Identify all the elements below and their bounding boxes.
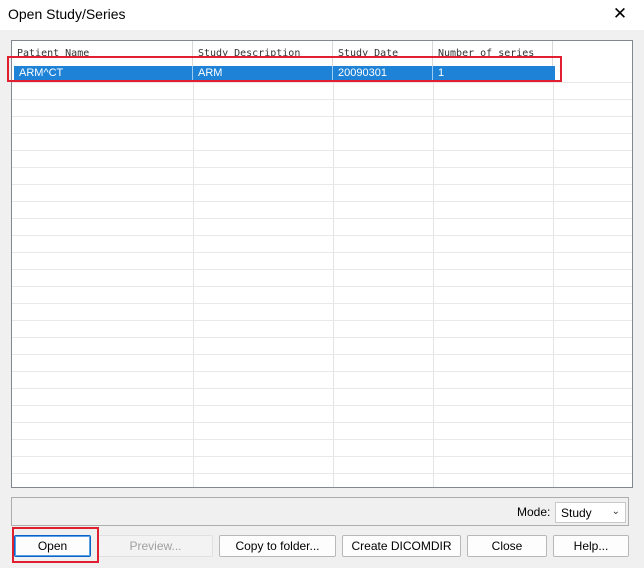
study-list[interactable]: Patient Name Study Description Study Dat… bbox=[11, 40, 633, 488]
chevron-down-icon: ⌄ bbox=[611, 506, 620, 517]
empty-row bbox=[12, 168, 632, 185]
empty-row bbox=[12, 100, 632, 117]
empty-row bbox=[12, 474, 632, 487]
empty-row bbox=[12, 270, 632, 287]
help-button[interactable]: Help... bbox=[553, 535, 629, 557]
empty-row bbox=[12, 355, 632, 372]
empty-row bbox=[12, 202, 632, 219]
highlight-box-selected-row bbox=[7, 56, 562, 82]
window-bottom-edge bbox=[0, 568, 644, 574]
empty-row bbox=[12, 185, 632, 202]
empty-row bbox=[12, 372, 632, 389]
empty-row bbox=[12, 287, 632, 304]
highlight-box-open-button bbox=[12, 527, 99, 563]
empty-row bbox=[12, 423, 632, 440]
empty-row bbox=[12, 338, 632, 355]
create-dicomdir-button[interactable]: Create DICOMDIR bbox=[342, 535, 461, 557]
mode-value: Study bbox=[561, 506, 592, 520]
empty-row bbox=[12, 253, 632, 270]
title-bar: Open Study/Series ✕ bbox=[0, 0, 644, 30]
empty-row bbox=[12, 321, 632, 338]
empty-row bbox=[12, 151, 632, 168]
empty-row bbox=[12, 83, 632, 100]
empty-row bbox=[12, 406, 632, 423]
mode-dropdown[interactable]: Study ⌄ bbox=[555, 502, 626, 523]
empty-row bbox=[12, 236, 632, 253]
empty-row bbox=[12, 457, 632, 474]
empty-row bbox=[12, 304, 632, 321]
empty-row bbox=[12, 389, 632, 406]
empty-row bbox=[12, 440, 632, 457]
close-button[interactable]: Close bbox=[467, 535, 547, 557]
empty-row bbox=[12, 219, 632, 236]
window-title: Open Study/Series bbox=[8, 6, 126, 22]
close-icon[interactable]: ✕ bbox=[610, 3, 630, 25]
mode-label: Mode: bbox=[517, 505, 551, 519]
empty-row bbox=[12, 134, 632, 151]
preview-button[interactable]: Preview... bbox=[98, 535, 213, 557]
copy-to-folder-button[interactable]: Copy to folder... bbox=[219, 535, 336, 557]
empty-row bbox=[12, 117, 632, 134]
